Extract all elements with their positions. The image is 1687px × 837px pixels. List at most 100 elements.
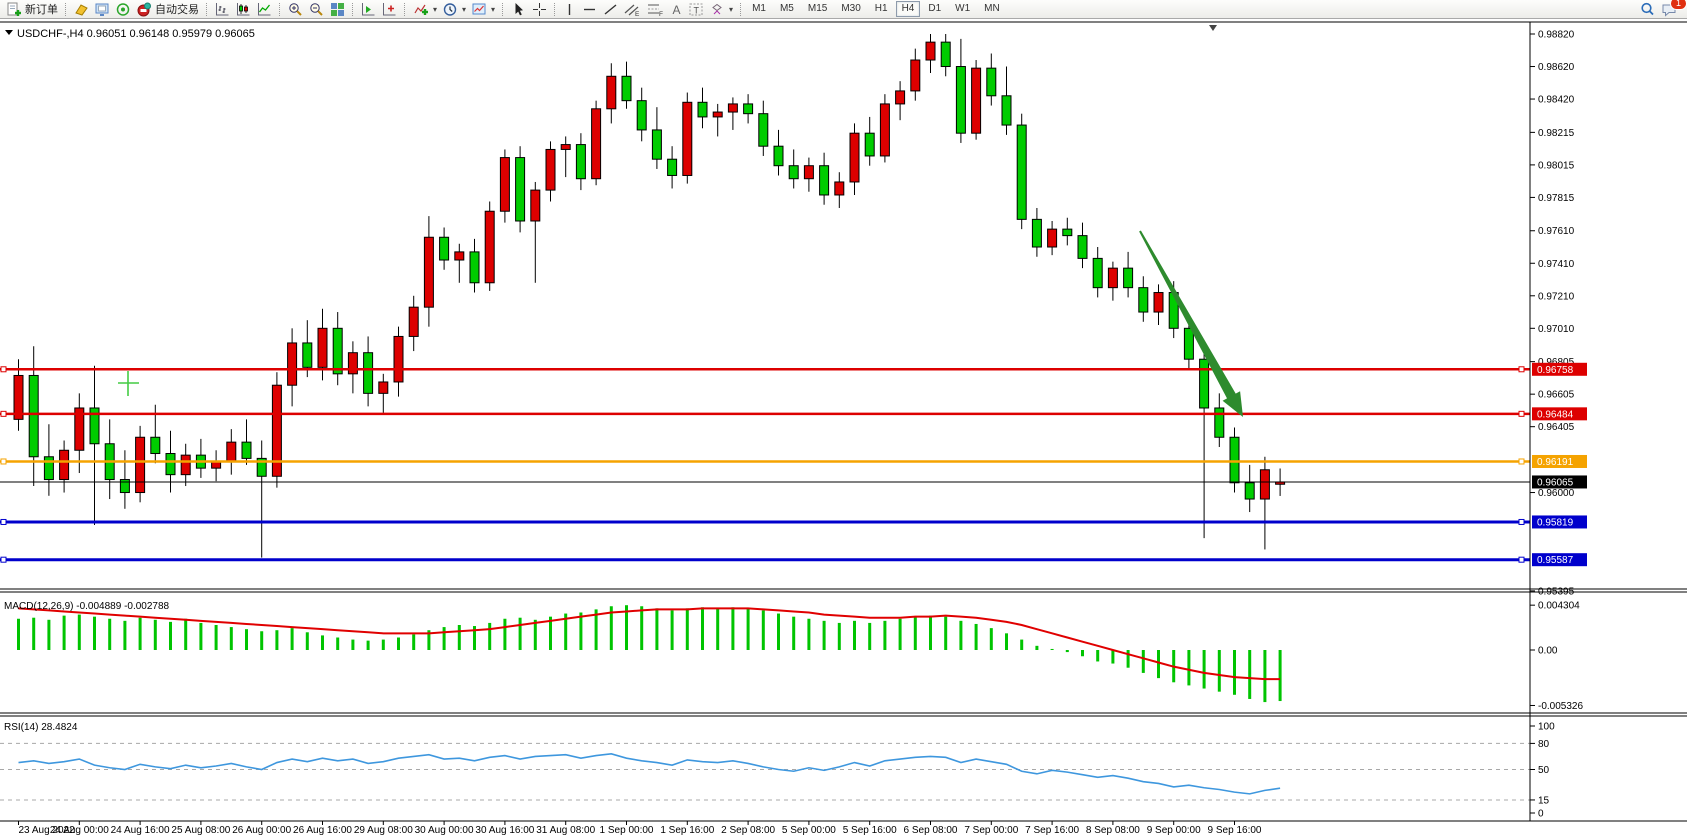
signals-icon xyxy=(116,2,131,17)
hline-handle[interactable] xyxy=(1,519,6,524)
price-badge: 0.96065 xyxy=(1537,477,1574,488)
hline-handle[interactable] xyxy=(1519,411,1524,416)
hline-handle[interactable] xyxy=(1,557,6,562)
macd-histogram-bar xyxy=(579,613,582,651)
candle-body xyxy=(789,166,798,179)
candle-body xyxy=(242,442,251,458)
time-axis-label: 5 Sep 00:00 xyxy=(782,825,836,836)
macd-histogram-bar xyxy=(1142,650,1145,673)
hline-handle[interactable] xyxy=(1519,519,1524,524)
macd-histogram-bar xyxy=(640,606,643,650)
candle-body xyxy=(880,104,889,156)
timeframe-M30[interactable]: M30 xyxy=(835,1,866,17)
hline-handle[interactable] xyxy=(1519,459,1524,464)
macd-histogram-bar xyxy=(1218,650,1221,692)
candle-body xyxy=(941,42,950,66)
hline-handle[interactable] xyxy=(1519,557,1524,562)
new-order-button[interactable]: 新订单 xyxy=(3,1,61,17)
cursor-button[interactable] xyxy=(508,1,529,17)
macd-histogram-bar xyxy=(762,610,765,650)
search-button[interactable] xyxy=(1637,1,1658,17)
candle-body xyxy=(956,67,965,134)
equidistant-channel-button[interactable]: E xyxy=(621,1,644,17)
timeframe-D1[interactable]: D1 xyxy=(922,1,947,17)
rsi-axis-label: 100 xyxy=(1538,722,1555,733)
zoom-out-button[interactable] xyxy=(306,1,327,17)
hline-handle[interactable] xyxy=(1519,367,1524,372)
macd-histogram-bar xyxy=(853,621,856,650)
candle-body xyxy=(379,382,388,393)
fibonacci-button[interactable]: F xyxy=(644,1,667,17)
timeframe-M1[interactable]: M1 xyxy=(746,1,772,17)
text-button[interactable]: A xyxy=(667,1,686,17)
price-axis-label: 0.95395 xyxy=(1538,586,1575,597)
crosshair-button[interactable] xyxy=(529,1,550,17)
time-axis-label: 30 Aug 00:00 xyxy=(415,825,474,836)
timeframe-H4[interactable]: H4 xyxy=(896,1,921,17)
indicators-icon xyxy=(413,2,429,17)
rsi-label: RSI(14) 28.4824 xyxy=(4,722,78,733)
templates-button[interactable]: ▾ xyxy=(469,1,498,17)
autotrading-button[interactable]: 自动交易 xyxy=(134,1,202,17)
timeframe-M5[interactable]: M5 xyxy=(774,1,800,17)
zoom-out-icon xyxy=(309,2,324,17)
text-label-icon: T xyxy=(689,2,704,17)
candlestick-chart-button[interactable] xyxy=(233,1,254,17)
shapes-button[interactable]: ▾ xyxy=(707,1,736,17)
candle-body xyxy=(485,211,494,283)
candle-body xyxy=(470,252,479,283)
text-label-button[interactable]: T xyxy=(686,1,707,17)
toolbar-separator xyxy=(65,3,67,16)
tile-windows-icon xyxy=(330,2,345,17)
trendline-button[interactable] xyxy=(600,1,621,17)
tile-windows-button[interactable] xyxy=(327,1,348,17)
toolbar-separator xyxy=(502,3,504,16)
line-chart-icon xyxy=(257,2,272,17)
horizontal-line-button[interactable] xyxy=(579,1,600,17)
shapes-icon xyxy=(710,2,725,17)
zoom-in-button[interactable] xyxy=(285,1,306,17)
vertical-line-button[interactable] xyxy=(560,1,579,17)
candle-body xyxy=(531,190,540,221)
macd-axis-label: 0.004304 xyxy=(1538,601,1580,612)
chart-shift-button[interactable] xyxy=(379,1,400,17)
timeframe-MN[interactable]: MN xyxy=(978,1,1006,17)
metaeditor-icon xyxy=(74,2,89,17)
hline-handle[interactable] xyxy=(1,367,6,372)
hline-handle[interactable] xyxy=(1,459,6,464)
candle-body xyxy=(288,343,297,385)
time-axis-label: 5 Sep 16:00 xyxy=(843,825,897,836)
candle-body xyxy=(227,442,236,462)
hline-handle[interactable] xyxy=(1,411,6,416)
time-axis-label: 7 Sep 16:00 xyxy=(1025,825,1079,836)
chart-area[interactable]: USDCHF-,H4 0.96051 0.96148 0.95979 0.960… xyxy=(0,19,1687,837)
candlestick-chart-icon xyxy=(236,2,251,17)
macd-histogram-bar xyxy=(1035,646,1038,650)
candle-body xyxy=(668,159,677,175)
candle-body xyxy=(1184,328,1193,359)
auto-scroll-icon xyxy=(361,2,376,17)
bar-chart-button[interactable] xyxy=(212,1,233,17)
candle-body xyxy=(348,353,357,374)
periods-button[interactable]: ▾ xyxy=(440,1,469,17)
auto-scroll-button[interactable] xyxy=(358,1,379,17)
candle-body xyxy=(1032,219,1041,247)
toolbar-separator xyxy=(404,3,406,16)
metaeditor-button[interactable] xyxy=(71,1,92,17)
price-axis-label: 0.97815 xyxy=(1538,193,1575,204)
timeframe-H1[interactable]: H1 xyxy=(869,1,894,17)
macd-histogram-bar xyxy=(108,619,111,650)
macd-histogram-bar xyxy=(321,635,324,650)
toolbar-separator xyxy=(352,3,354,16)
line-chart-button[interactable] xyxy=(254,1,275,17)
signals-button[interactable] xyxy=(113,1,134,17)
time-axis-label: 24 Aug 00:00 xyxy=(50,825,109,836)
timeframe-W1[interactable]: W1 xyxy=(949,1,976,17)
candle-body xyxy=(1215,408,1224,437)
market-watch-button[interactable] xyxy=(92,1,113,17)
chat-button[interactable]: 1 xyxy=(1658,1,1681,17)
indicators-button[interactable]: ▾ xyxy=(410,1,440,17)
timeframe-M15[interactable]: M15 xyxy=(802,1,833,17)
time-axis-label: 9 Sep 16:00 xyxy=(1208,825,1262,836)
toolbar-separator xyxy=(206,3,208,16)
